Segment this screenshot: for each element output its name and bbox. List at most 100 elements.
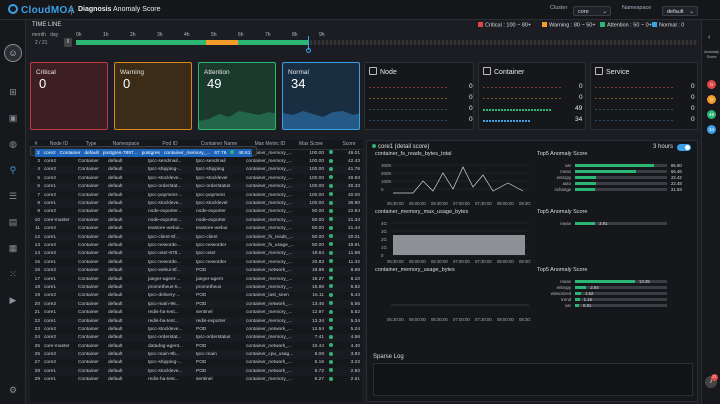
service-panel[interactable]: Service 0 0 0 0 xyxy=(590,62,698,130)
x-tick-label: 08:00:00 xyxy=(497,317,514,322)
table-row[interactable]: 15 core1 Container default tpcc-neworde... tp… xyxy=(30,258,362,266)
apps-icon[interactable]: ⁙ xyxy=(7,268,19,280)
table-cell: tpcc-orderstatus xyxy=(194,182,244,191)
timeline-warning-segment[interactable] xyxy=(206,40,238,45)
table-row[interactable]: 9 core2 Container default node-exporter... no… xyxy=(30,208,362,216)
top5-row[interactable]: var 85.90 xyxy=(537,163,693,168)
top5-row[interactable]: auto 22.48 xyxy=(537,181,693,186)
top5-row[interactable]: mean 13.35 xyxy=(537,279,693,284)
warning-badge[interactable]: 0 xyxy=(707,95,716,104)
table-row[interactable]: 24 core2 Container default tpcc-orderstat...… xyxy=(30,333,362,342)
metric-chart[interactable]: container_memory_usage_bytes 05:30:00 06:0… xyxy=(373,267,536,323)
timeline-handle[interactable] xyxy=(306,48,311,53)
table-row[interactable]: 18 core1 Container default prometheus-5... pr… xyxy=(30,283,362,292)
table-cell: Container xyxy=(78,192,99,198)
table-cell: Container xyxy=(76,316,106,326)
status-dot xyxy=(326,241,336,249)
cluster-select[interactable]: core ⌄ xyxy=(573,6,611,16)
timeline-bar[interactable] xyxy=(76,40,308,45)
server-icon[interactable]: ▤ xyxy=(7,216,19,228)
attention-badge[interactable]: 49 xyxy=(707,110,716,119)
top5-row[interactable]: var 0.91 xyxy=(537,303,693,308)
table-row[interactable]: 19 core2 Container default tpcc-delivery-...… xyxy=(30,292,362,300)
top5-row[interactable]: mean 3.91 xyxy=(537,221,693,226)
hours-toggle[interactable] xyxy=(677,144,691,151)
table-row[interactable]: 5 core2 Container default tpcc-stockleve... t… xyxy=(30,174,362,182)
grid-icon[interactable]: ▦ xyxy=(7,242,19,254)
table-row[interactable]: 23 core2 Container default tpcc-stockleve...… xyxy=(30,325,362,333)
table-row[interactable]: 29 core1 Container default redis-ha-test... s… xyxy=(30,376,362,384)
table-cell: 5.34 xyxy=(336,316,362,326)
table-cell: prometheus xyxy=(194,283,244,292)
search-icon[interactable]: ⚲ xyxy=(7,164,19,176)
metric-chart[interactable]: container_memory_max_usage_bytes 4G 3G 2G 1G… xyxy=(373,209,536,265)
table-row[interactable]: 28 core1 Container default tpcc-stockleve...… xyxy=(30,367,362,376)
list-icon[interactable]: ☰ xyxy=(7,190,19,202)
metric-chart[interactable]: container_fs_reads_bytes_total 300K 200K 10… xyxy=(373,151,536,207)
top5-row[interactable]: mean 66.46 xyxy=(537,169,693,174)
table-cell: tpcc-main xyxy=(194,350,244,359)
table-cell: 20.01 xyxy=(336,232,362,242)
topology-icon[interactable]: ⊞ xyxy=(7,86,19,98)
collapse-chevron-icon[interactable]: ‹ xyxy=(708,34,710,41)
warning-card[interactable]: Warning 0 xyxy=(114,62,192,130)
table-row[interactable]: 27 core2 Container default tpcc-shipping-...… xyxy=(30,359,362,367)
gear-icon[interactable]: ⚙ xyxy=(7,384,19,396)
table-row[interactable]: 12 core1 Container default tpcc-client-6f...… xyxy=(30,232,362,242)
table-row[interactable]: 4 core2 Container default tpcc-shipping-... t… xyxy=(30,165,362,175)
table-cell: 5 xyxy=(37,175,40,181)
table-cell: 11.98 xyxy=(336,249,362,259)
table-row[interactable]: 14 core2 Container default tpcc-user-676... t… xyxy=(30,249,362,259)
table-row[interactable]: 17 core1 Container default jaeger-agent-... j… xyxy=(30,275,362,283)
table-row[interactable]: 10 core-master Container default node-export… xyxy=(30,216,362,225)
critical-card[interactable]: Critical 0 xyxy=(30,62,108,130)
month-value[interactable]: 2 xyxy=(35,40,38,46)
top5-row[interactable]: trend 1.15 xyxy=(537,297,693,302)
table-row[interactable]: 26 core2 Container default tpcc-main-9b... tp… xyxy=(30,350,362,359)
top5-row[interactable]: nchange 21.93 xyxy=(537,187,693,192)
table-row[interactable]: 6 core1 Container default tpcc-orderstat... t… xyxy=(30,182,362,191)
attention-sparkline xyxy=(199,111,275,129)
normal-card[interactable]: Normal 34 xyxy=(282,62,360,130)
table-row[interactable]: 21 core1 Container default redis-ha-test... s… xyxy=(30,308,362,316)
table-row[interactable]: 11 core2 Container default teastore-webui...… xyxy=(30,225,362,233)
table-cell: 21.34 xyxy=(336,216,362,225)
table-row[interactable]: 13 core2 Container default tpcc-neworde... tp… xyxy=(30,241,362,249)
table-row[interactable]: 3 core2 Container default tpcc-sendmail... tp… xyxy=(30,157,362,165)
table-cell: core2 xyxy=(44,175,56,181)
table-cell: tpcc-main-9b... xyxy=(146,350,194,359)
globe-icon[interactable]: ◍ xyxy=(7,138,19,150)
day-value[interactable]: 21 xyxy=(42,40,48,46)
normal-badge[interactable]: 34 xyxy=(707,125,716,134)
table-cell: 6.72 xyxy=(296,367,326,376)
timeline-prev-button[interactable]: ‖ xyxy=(64,38,72,47)
table-cell: 18.89 xyxy=(296,266,326,275)
table-row[interactable]: 25 core-master Container default datadog-age… xyxy=(30,342,362,350)
top5-row[interactable]: entropy 22.42 xyxy=(537,175,693,180)
table-row[interactable]: 8 core1 Container default tpcc-stockleve... t… xyxy=(30,199,362,208)
namespace-select[interactable]: default ⌄ xyxy=(662,6,698,16)
app-logo[interactable]: CloudMOA xyxy=(8,4,75,16)
sparse-log-box[interactable] xyxy=(373,363,693,396)
dashboard-icon[interactable]: ▣ xyxy=(7,112,19,124)
video-icon[interactable]: ▶ xyxy=(7,294,19,306)
top5-row[interactable]: entropy 2.84 xyxy=(537,285,693,290)
table-cell: default xyxy=(106,316,146,326)
table-row[interactable]: 2 core2 Container default postgres-7897... po… xyxy=(30,146,258,158)
critical-badge[interactable]: 0 xyxy=(707,80,716,89)
avatar[interactable]: ☺ xyxy=(4,44,22,62)
x-tick-label: 07:30:00 xyxy=(475,317,492,322)
table-row[interactable]: 7 core2 Container default tpcc-payment-... tp… xyxy=(30,191,362,199)
table-cell: container_cpu_usag... xyxy=(244,350,296,359)
anomaly-score-label[interactable]: Anomaly Score xyxy=(703,50,720,60)
top5-row[interactable]: winsorized 1.52 xyxy=(537,291,693,296)
container-panel[interactable]: Container 0 0 49 34 xyxy=(478,62,586,130)
attention-card[interactable]: Attention 49 xyxy=(198,62,276,130)
table-row[interactable]: 22 core1 Container default redis-ha-test... r… xyxy=(30,316,362,326)
top5-anomaly-score: Top5 Anomaly Score mean 3.91 xyxy=(537,209,693,265)
table-cell: 28 xyxy=(30,367,42,376)
table-row[interactable]: 20 core2 Container default tpcc-main-96... PO… xyxy=(30,300,362,309)
table-row[interactable]: 16 core2 Container default tpcc-webui-5f... P… xyxy=(30,266,362,275)
table-cell: container_memory_... xyxy=(246,209,293,215)
node-panel[interactable]: Node 0 0 0 0 xyxy=(364,62,474,130)
